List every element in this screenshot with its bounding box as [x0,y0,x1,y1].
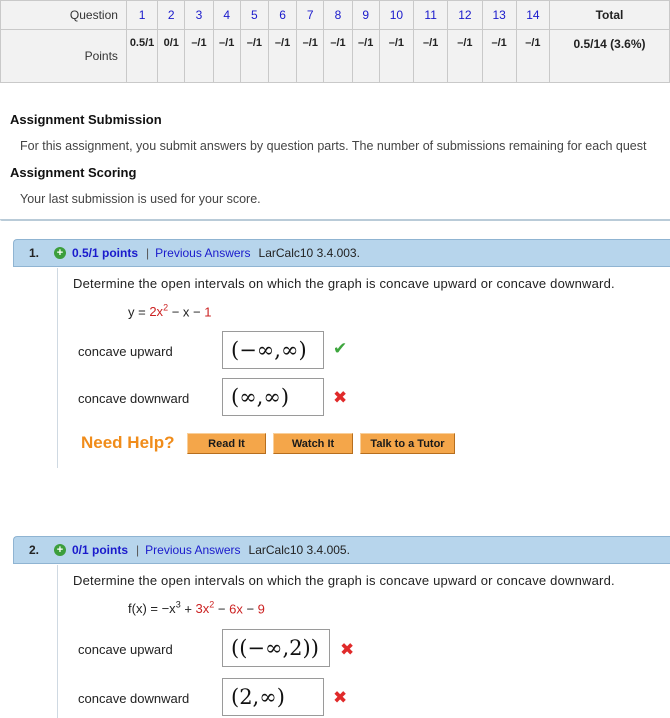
previous-answers-link[interactable]: Previous Answers [145,543,240,557]
points-cell: –/1 [515,29,551,83]
function-term: 6x [229,601,243,617]
question-link-5[interactable]: 5 [239,0,269,30]
question-row: Question 1 2 3 4 5 6 7 8 9 10 11 12 13 1… [0,0,670,30]
points-cell: –/1 [351,29,380,83]
question-link-6[interactable]: 6 [267,0,298,30]
points-cell: –/1 [267,29,298,83]
points-cell: –/1 [184,29,214,83]
question-link-2[interactable]: 2 [157,0,186,30]
question-source: LarCalc10 3.4.005. [248,543,350,557]
total-score: 0.5/14 (3.6%) [549,29,670,83]
scoring-heading: Assignment Scoring [10,165,137,180]
question-link-14[interactable]: 14 [515,0,551,30]
answer-field-upward[interactable]: (−∞,∞) [222,331,324,369]
question-link-11[interactable]: 11 [413,0,449,30]
question-number: 2. [28,543,39,557]
question-link-13[interactable]: 13 [481,0,517,30]
points-cell: –/1 [323,29,353,83]
question-source: LarCalc10 3.4.003. [258,246,360,260]
question-link-7[interactable]: 7 [296,0,325,30]
function-lhs: f(x) = −x3 [128,600,181,617]
question-points-link[interactable]: 0.5/1 points [72,246,138,260]
question-number: 1. [28,246,39,260]
points-cell: –/1 [212,29,241,83]
function-term: − x − [168,304,205,320]
watch-it-button[interactable]: Watch It [273,433,353,454]
answer-label-downward: concave downward [78,691,190,706]
question-link-12[interactable]: 12 [447,0,483,30]
answer-label-upward: concave upward [78,642,173,657]
question-link-8[interactable]: 8 [323,0,353,30]
points-cell: –/1 [413,29,449,83]
question-link-3[interactable]: 3 [184,0,214,30]
function-term: + [180,601,196,617]
total-label: Total [549,0,670,30]
answer-field-upward[interactable]: ((−∞,2)) [222,629,330,667]
answer-label-upward: concave upward [78,344,173,359]
points-cell: –/1 [378,29,415,83]
question-prompt: Determine the open intervals on which th… [73,573,615,588]
read-it-button[interactable]: Read It [187,433,266,454]
expand-plus-icon[interactable]: + [54,247,66,259]
need-help-label: Need Help? [81,433,175,452]
cross-icon: ✖ [340,640,355,659]
question-link-10[interactable]: 10 [378,0,415,30]
question-link-4[interactable]: 4 [212,0,241,30]
question-body-border [57,565,58,718]
scoring-text: Your last submission is used for your sc… [20,192,261,206]
function-term: − [242,601,258,617]
submission-text: For this assignment, you submit answers … [20,139,647,153]
points-cell: –/1 [239,29,269,83]
points-cell: –/1 [447,29,483,83]
question-prompt: Determine the open intervals on which th… [73,276,615,291]
expand-plus-icon[interactable]: + [54,544,66,556]
points-label: Points [0,29,127,83]
points-row: Points 0.5/1 0/1 –/1 –/1 –/1 –/1 –/1 –/1… [0,29,670,83]
checkmark-icon: ✔ [333,339,348,358]
answer-field-downward[interactable]: (2,∞) [222,678,324,716]
points-cell: –/1 [296,29,325,83]
function-term: − [214,601,230,617]
points-cell: 0.5/1 [125,29,159,83]
function-lhs: y = [128,304,150,320]
points-cell: 0/1 [157,29,186,83]
question-link-1[interactable]: 1 [125,0,159,30]
question-2-header: 2. + 0/1 points | Previous Answers LarCa… [13,536,670,564]
function-term: 1 [204,304,212,320]
talk-to-tutor-button[interactable]: Talk to a Tutor [360,433,455,454]
score-table: Question 1 2 3 4 5 6 7 8 9 10 11 12 13 1… [0,0,670,83]
separator: | [146,246,150,260]
answer-field-downward[interactable]: (∞,∞) [222,378,324,416]
question-link-9[interactable]: 9 [351,0,380,30]
section-divider [0,219,670,221]
question-body-border [57,268,58,468]
separator: | [136,543,140,557]
function-expression: f(x) = −x3 + 3x2 − 6x − 9 [128,600,265,616]
cross-icon: ✖ [333,688,348,707]
function-expression: y = 2x2 − x − 1 [128,303,211,319]
function-term: 3x2 [195,600,215,617]
function-term: 2x2 [149,303,169,320]
question-1-header: 1. + 0.5/1 points | Previous Answers Lar… [13,239,670,267]
cross-icon: ✖ [333,388,348,407]
function-term: 9 [257,601,265,617]
answer-label-downward: concave downward [78,391,190,406]
points-cell: –/1 [481,29,517,83]
question-points-link[interactable]: 0/1 points [72,543,128,557]
previous-answers-link[interactable]: Previous Answers [155,246,250,260]
submission-heading: Assignment Submission [10,112,162,127]
question-label: Question [0,0,127,30]
